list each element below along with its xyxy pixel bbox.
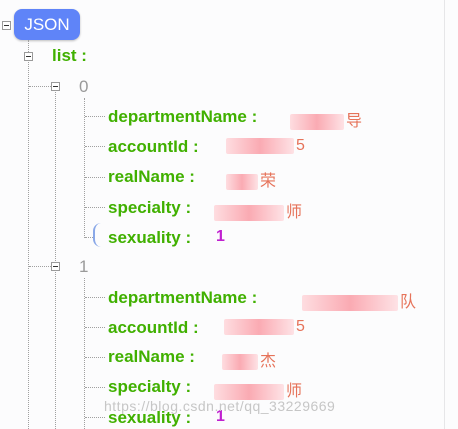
item-1-index: 1 — [79, 257, 89, 276]
value-suffix: 队 — [400, 294, 417, 311]
value-suffix: 荣 — [260, 173, 277, 190]
tree-guide — [29, 86, 53, 87]
field-key: realName : — [108, 167, 195, 186]
tree-guide — [84, 98, 85, 238]
field-key: specialty : — [108, 377, 192, 396]
field-key: realName : — [108, 347, 195, 366]
field-value: 杰 — [222, 347, 276, 371]
field-key: specialty : — [108, 198, 192, 217]
field-key: departmentName : — [108, 107, 258, 126]
tree-guide — [85, 116, 105, 117]
tree-guide — [85, 357, 105, 358]
tree-guide — [85, 417, 105, 418]
panel-right-border — [444, 0, 445, 429]
field-value: 队 — [302, 288, 416, 312]
tree-guide — [85, 146, 105, 147]
selection-bracket — [93, 223, 102, 247]
field-key: accountId : — [108, 318, 199, 337]
item-0-index: 0 — [79, 77, 89, 96]
tree-guide — [29, 266, 53, 267]
tree-guide — [28, 62, 29, 429]
field-value: 5 — [224, 318, 305, 336]
field-key: sexuality : — [108, 228, 192, 247]
field-value: 导 — [290, 107, 362, 131]
value-suffix: 导 — [346, 113, 363, 130]
root-collapse-toggle[interactable] — [2, 21, 11, 30]
tree-guide — [85, 177, 105, 178]
value-suffix: 杰 — [260, 353, 277, 370]
field-value: 师 — [214, 198, 302, 222]
tree-guide — [85, 207, 105, 208]
json-root-badge[interactable]: JSON — [14, 9, 80, 40]
field-value: 5 — [226, 137, 305, 155]
field-key: departmentName : — [108, 288, 258, 307]
field-value: 荣 — [226, 167, 276, 191]
field-value-number: 1 — [216, 228, 225, 245]
item-1-collapse-toggle[interactable] — [51, 262, 60, 271]
field-key: accountId : — [108, 137, 199, 156]
tree-guide — [85, 387, 105, 388]
watermark: https://blog.csdn.net/qq_33229669 — [104, 398, 336, 414]
list-key: list : — [52, 46, 87, 65]
tree-guide — [85, 327, 105, 328]
value-suffix: 5 — [296, 318, 305, 335]
item-0-collapse-toggle[interactable] — [51, 82, 60, 91]
value-suffix: 师 — [286, 204, 303, 221]
value-suffix: 5 — [296, 137, 305, 154]
tree-guide — [55, 92, 56, 263]
tree-guide — [85, 297, 105, 298]
tree-guide — [55, 272, 56, 429]
list-collapse-toggle[interactable] — [24, 52, 33, 61]
tree-guide — [84, 278, 85, 429]
